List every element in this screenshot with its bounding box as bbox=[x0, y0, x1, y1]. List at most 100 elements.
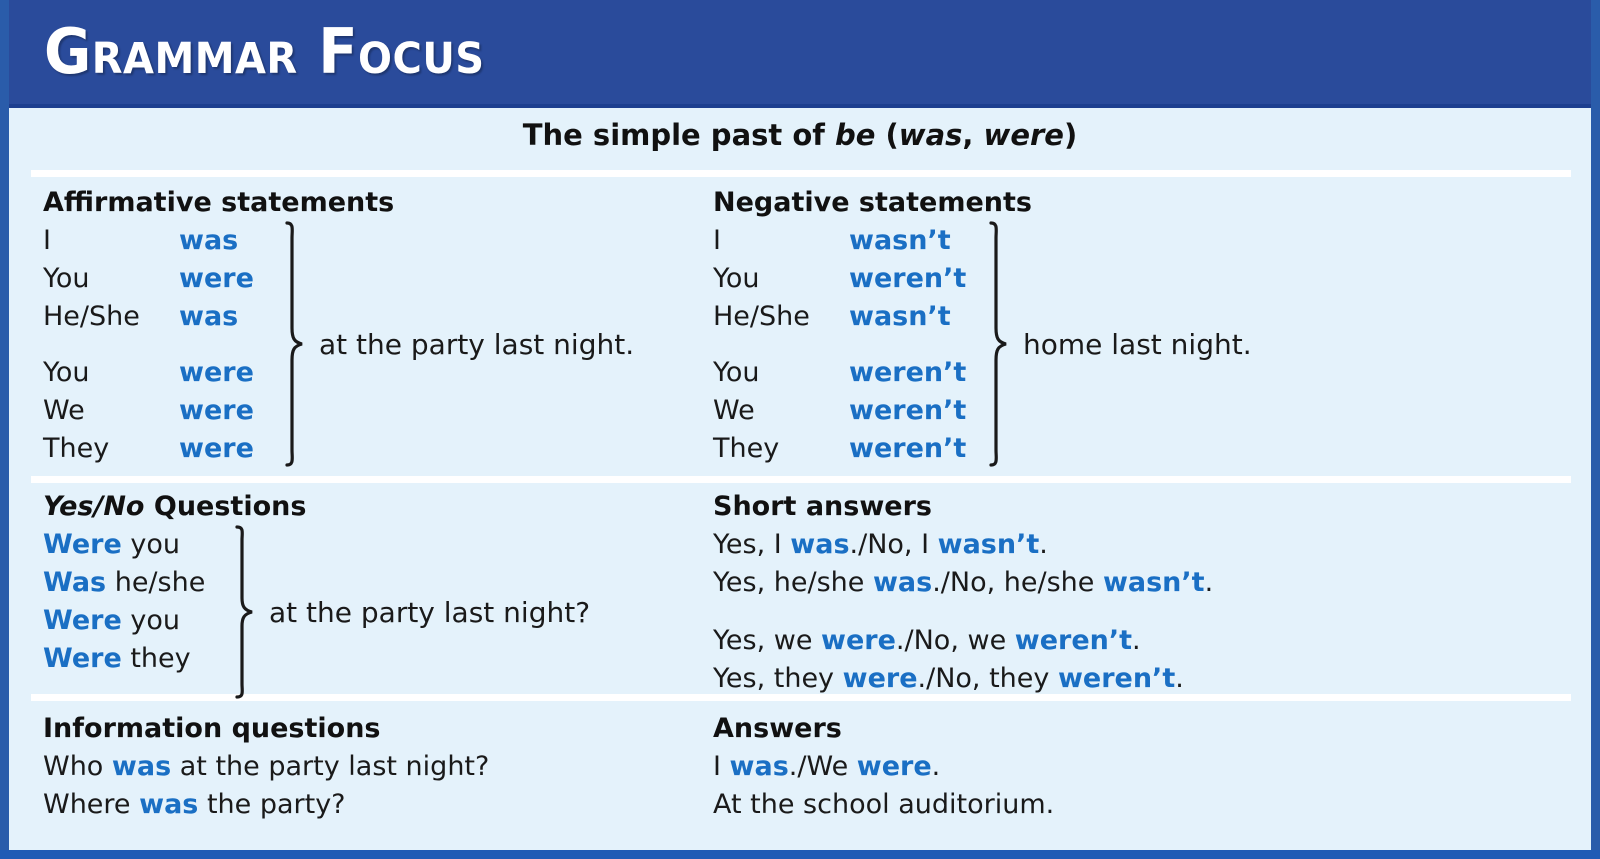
sentence-line: Who was at the party last night? bbox=[43, 748, 489, 786]
verb-form: Were bbox=[43, 643, 122, 674]
verb-form: was bbox=[872, 567, 933, 598]
verb-form: weren’t bbox=[849, 357, 967, 388]
grammar-focus-page: Grammar Focus The simple past of be (was… bbox=[0, 0, 1600, 859]
yesno-questions-heading: Yes/No Questions bbox=[43, 490, 306, 524]
verb-form: was bbox=[111, 751, 172, 782]
verb-form: wasn’t bbox=[937, 529, 1040, 560]
verb-form: were bbox=[856, 751, 932, 782]
subject-pronoun: They bbox=[713, 433, 780, 464]
verb-form: were bbox=[179, 433, 254, 464]
yesno-label: Yes/No bbox=[43, 491, 145, 522]
verb-form: weren’t bbox=[849, 263, 967, 294]
verb-form: Were bbox=[43, 529, 122, 560]
frame-bottom-bar bbox=[0, 850, 1600, 859]
questions-brace-group: at the party last night? bbox=[231, 524, 590, 700]
verb-form: weren’t bbox=[849, 395, 967, 426]
subtitle-pre: The simple past of bbox=[522, 118, 835, 152]
header-banner: Grammar Focus bbox=[0, 0, 1600, 104]
sentence-text: the party? bbox=[198, 789, 346, 820]
subject-pronoun: We bbox=[43, 395, 85, 426]
section-divider-2 bbox=[31, 476, 1571, 483]
negative-brace-group: home last night. bbox=[985, 220, 1252, 468]
curly-brace-icon bbox=[235, 525, 253, 699]
subject-pronoun: You bbox=[43, 357, 90, 388]
answers-heading: Answers bbox=[713, 713, 842, 744]
curly-brace-icon bbox=[285, 221, 303, 467]
group-gap bbox=[713, 602, 1213, 622]
subject-pronoun: He/She bbox=[713, 301, 810, 332]
sentence-text: ./No, we bbox=[895, 625, 1015, 656]
sentence-line: Yes, I was./No, I wasn’t. bbox=[713, 526, 1213, 564]
verb-form: was bbox=[790, 529, 850, 560]
sentence-line: Yes, they were./No, they weren’t. bbox=[713, 660, 1213, 698]
sentence-text: Yes, I bbox=[713, 529, 791, 560]
curly-brace-icon bbox=[989, 221, 1007, 467]
sentence-line: At the school auditorium. bbox=[713, 786, 1054, 824]
questions-label: Questions bbox=[144, 491, 307, 522]
sentence-text: ./No, he/she bbox=[932, 567, 1103, 598]
verb-form: were bbox=[179, 357, 254, 388]
sentence-text: Where bbox=[43, 789, 140, 820]
verb-form: was bbox=[179, 301, 239, 332]
sentence-text: ./We bbox=[788, 751, 857, 782]
sentence-text: Yes, we bbox=[713, 625, 822, 656]
sentence-line: Yes, we were./No, we weren’t. bbox=[713, 622, 1213, 660]
subtitle-form-was: was bbox=[898, 118, 963, 152]
subtitle-form-were: were bbox=[983, 118, 1064, 152]
sentence-text: . bbox=[1132, 625, 1141, 656]
information-questions-block: Information questions Who was at the par… bbox=[43, 712, 489, 824]
verb-form: were bbox=[179, 263, 254, 294]
affirmative-brace-group: at the party last night. bbox=[281, 220, 634, 468]
verb-form: was bbox=[179, 225, 239, 256]
subject-pronoun: We bbox=[713, 395, 755, 426]
subject-pronoun: You bbox=[43, 263, 90, 294]
questions-predicate: at the party last night? bbox=[269, 595, 591, 629]
answers-list: I was./We were. At the school auditorium. bbox=[713, 748, 1054, 824]
sentence-text: Who bbox=[43, 751, 112, 782]
subject-pronoun: You bbox=[713, 263, 760, 294]
subject-pronoun: They bbox=[43, 433, 110, 464]
sentence-text: ./No, they bbox=[917, 663, 1058, 694]
verb-form: Was bbox=[43, 567, 107, 598]
frame-right-border bbox=[1591, 0, 1600, 859]
subject-pronoun: He/She bbox=[43, 301, 140, 332]
subject-pronoun: You bbox=[713, 357, 760, 388]
negative-statements-heading: Negative statements bbox=[713, 187, 1032, 218]
verb-form: were bbox=[842, 663, 918, 694]
subject-pronoun: he/she bbox=[106, 567, 206, 598]
subtitle-verb-be: be bbox=[835, 118, 876, 152]
verb-form: was bbox=[139, 789, 199, 820]
sentence-text: . bbox=[1039, 529, 1048, 560]
affirmative-predicate: at the party last night. bbox=[319, 327, 635, 361]
verb-form: Were bbox=[43, 605, 122, 636]
frame-left-border bbox=[0, 0, 9, 859]
short-answers-heading: Short answers bbox=[713, 491, 932, 522]
verb-form: were bbox=[179, 395, 254, 426]
verb-form: were bbox=[821, 625, 896, 656]
verb-form: weren’t bbox=[1014, 625, 1133, 656]
subject-pronoun: I bbox=[43, 225, 51, 256]
sentence-text: . bbox=[1175, 663, 1184, 694]
sentence-text: at the party last night? bbox=[171, 751, 490, 782]
sentence-text: I bbox=[713, 751, 730, 782]
subject-pronoun: you bbox=[121, 529, 180, 560]
affirmative-statements-heading: Affirmative statements bbox=[43, 187, 395, 218]
subtitle-close-paren: ) bbox=[1063, 118, 1078, 152]
short-answers-list: Yes, I was./No, I wasn’t. Yes, he/she was… bbox=[713, 526, 1213, 698]
verb-form: was bbox=[729, 751, 789, 782]
sentence-text: . bbox=[1204, 567, 1214, 598]
sentence-line: Where was the party? bbox=[43, 786, 489, 824]
sentence-line: Yes, he/she was./No, he/she wasn’t. bbox=[713, 564, 1213, 602]
information-questions-heading: Information questions bbox=[43, 713, 381, 744]
verb-form: wasn’t bbox=[849, 225, 951, 256]
verb-form: wasn’t bbox=[849, 301, 951, 332]
sentence-text: Yes, he/she bbox=[713, 567, 873, 598]
subject-pronoun: you bbox=[121, 605, 180, 636]
verb-form: wasn’t bbox=[1102, 567, 1205, 598]
subject-pronoun: they bbox=[121, 643, 191, 674]
sentence-text: Yes, they bbox=[713, 663, 843, 694]
grammar-point-subtitle: The simple past of be (was, were) bbox=[9, 118, 1591, 152]
negative-predicate: home last night. bbox=[1023, 327, 1252, 361]
subject-pronoun: I bbox=[713, 225, 721, 256]
verb-form: weren’t bbox=[1057, 663, 1176, 694]
